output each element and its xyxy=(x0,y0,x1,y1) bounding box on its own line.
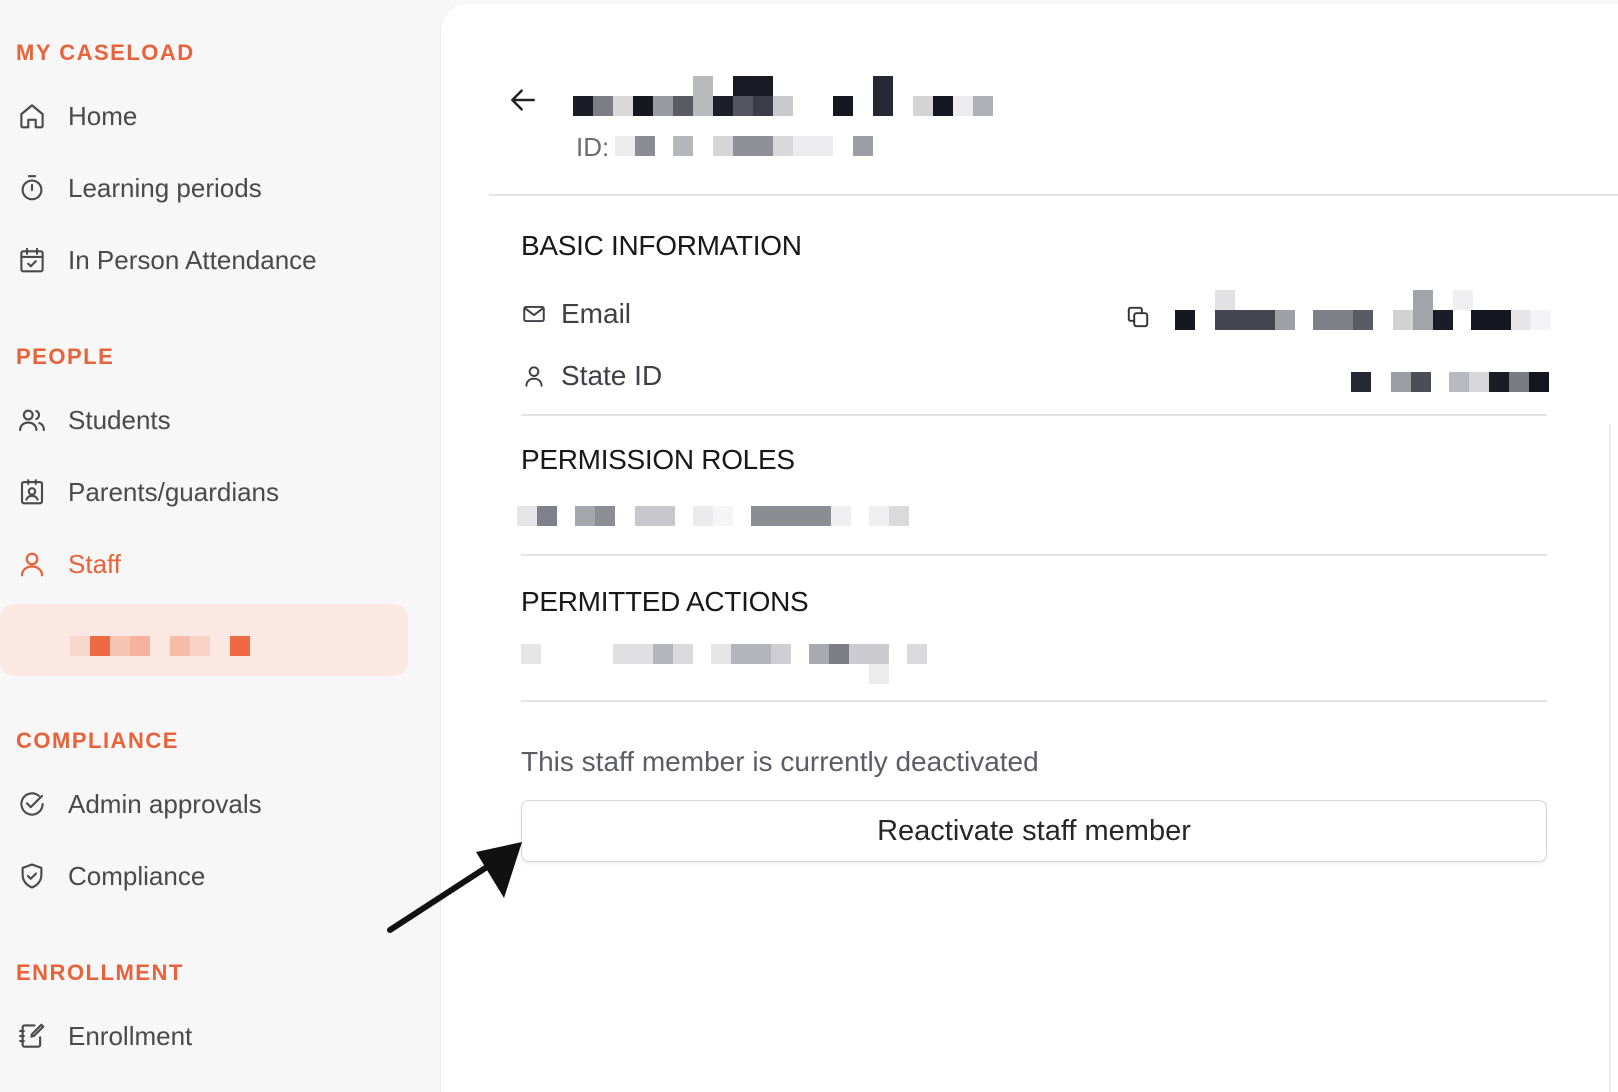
user-icon xyxy=(521,363,547,389)
copy-icon[interactable] xyxy=(1125,304,1151,330)
section-heading-people: PEOPLE xyxy=(16,344,115,369)
sidebar-item-learning-periods[interactable]: Learning periods xyxy=(16,166,262,210)
sidebar-item-label: Home xyxy=(68,100,138,131)
redacted-pixel xyxy=(130,636,150,656)
calendar-check-icon xyxy=(16,244,48,276)
sidebar-item-label: Learning periods xyxy=(68,172,262,203)
home-icon xyxy=(16,100,48,132)
sidebar-item-enrollment[interactable]: Enrollment xyxy=(16,1014,192,1058)
reactivate-staff-button[interactable]: Reactivate staff member xyxy=(521,800,1547,862)
sidebar-item-label: In Person Attendance xyxy=(68,244,317,275)
sidebar-item-parents-guardians[interactable]: Parents/guardians xyxy=(16,470,279,514)
sidebar-item-label: Staff xyxy=(68,548,122,579)
divider xyxy=(521,700,1547,702)
divider xyxy=(521,414,1547,416)
staff-id-label: ID: xyxy=(576,132,610,162)
section-heading-enrollment: ENROLLMENT xyxy=(16,960,184,985)
sidebar-subitem-current-staff[interactable] xyxy=(0,604,408,676)
redacted-pixel xyxy=(190,636,210,656)
section-heading-compliance: COMPLIANCE xyxy=(16,728,179,753)
id-badge-icon xyxy=(16,476,48,508)
sidebar-item-compliance[interactable]: Compliance xyxy=(16,854,205,898)
permitted-actions-title: PERMITTED ACTIONS xyxy=(521,586,809,617)
user-icon xyxy=(16,548,48,580)
check-circle-icon xyxy=(16,788,48,820)
arrow-left-icon xyxy=(507,89,539,120)
redacted-pixel xyxy=(230,636,250,656)
header-divider xyxy=(489,194,1618,196)
divider xyxy=(521,554,1547,556)
back-button[interactable] xyxy=(507,84,539,116)
shield-check-icon xyxy=(16,860,48,892)
scrollbar-track xyxy=(1609,424,1611,1092)
sidebar-item-label: Admin approvals xyxy=(68,788,262,819)
state-id-row: State ID xyxy=(521,356,662,396)
mail-icon xyxy=(521,301,547,327)
redacted-pixel xyxy=(70,636,90,656)
email-row: Email xyxy=(521,294,631,334)
deactivated-status-text: This staff member is currently deactivat… xyxy=(521,746,1039,777)
sidebar: MY CASELOAD Home Learning periods In Per… xyxy=(0,0,440,1092)
sidebar-item-label: Compliance xyxy=(68,860,206,891)
sidebar-item-home[interactable]: Home xyxy=(16,94,137,138)
redacted-pixel xyxy=(170,636,190,656)
stopwatch-icon xyxy=(16,172,48,204)
sidebar-item-admin-approvals[interactable]: Admin approvals xyxy=(16,782,262,826)
section-heading-my-caseload: MY CASELOAD xyxy=(16,40,195,65)
sidebar-item-label: Students xyxy=(68,404,171,435)
redacted-pixel xyxy=(110,636,130,656)
app-root: MY CASELOAD Home Learning periods In Per… xyxy=(0,0,1618,1092)
email-label: Email xyxy=(561,298,632,329)
permission-roles-title: PERMISSION ROLES xyxy=(521,444,795,475)
redacted-pixel xyxy=(90,636,110,656)
state-id-label: State ID xyxy=(561,360,663,391)
sidebar-item-students[interactable]: Students xyxy=(16,398,171,442)
sidebar-item-in-person-attendance[interactable]: In Person Attendance xyxy=(16,238,317,282)
sidebar-item-label: Parents/guardians xyxy=(68,476,280,507)
sidebar-item-label: Enrollment xyxy=(68,1020,193,1051)
annotation-arrow-icon xyxy=(380,830,530,940)
users-icon xyxy=(16,404,48,436)
basic-information-title: BASIC INFORMATION xyxy=(521,230,802,261)
sidebar-item-staff[interactable]: Staff xyxy=(16,542,121,586)
notebook-edit-icon xyxy=(16,1020,48,1052)
staff-detail-panel: ID: BASIC INFORMATION Email State ID PER… xyxy=(440,4,1618,1092)
